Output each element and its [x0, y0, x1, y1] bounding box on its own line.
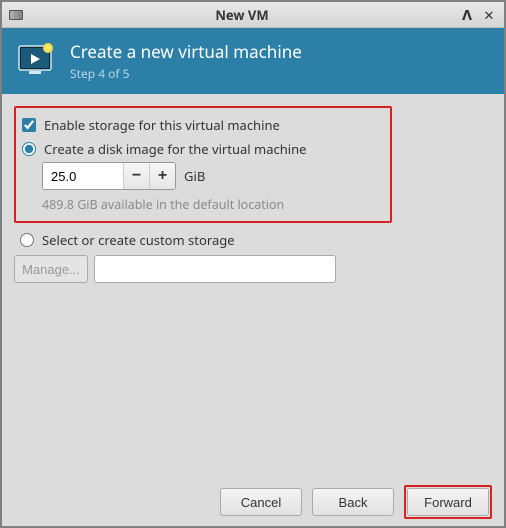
wizard-header: Create a new virtual machine Step 4 of 5: [2, 28, 504, 94]
manage-row: Manage...: [14, 255, 336, 283]
enable-storage-row: Enable storage for this virtual machine: [20, 116, 382, 134]
custom-storage-row: Select or create custom storage: [18, 231, 492, 249]
content-area: Enable storage for this virtual machine …: [2, 94, 504, 478]
size-spinner: − +: [42, 162, 176, 190]
storage-path-input[interactable]: [94, 255, 336, 283]
custom-storage-radio[interactable]: [20, 233, 34, 247]
close-button[interactable]: ✕: [480, 6, 498, 24]
size-unit: GiB: [184, 167, 205, 185]
app-icon: [8, 7, 24, 23]
button-bar: Cancel Back Forward: [2, 478, 504, 526]
forward-button[interactable]: Forward: [407, 488, 489, 516]
monitor-icon: [16, 40, 58, 82]
size-row: − + GiB: [42, 162, 382, 190]
create-image-row: Create a disk image for the virtual mach…: [20, 140, 382, 158]
create-image-label: Create a disk image for the virtual mach…: [44, 140, 306, 158]
cancel-button[interactable]: Cancel: [220, 488, 302, 516]
decrement-button[interactable]: −: [123, 163, 149, 189]
titlebar: New VM ᐱ ✕: [2, 2, 504, 28]
window-title: New VM: [30, 6, 454, 24]
size-input[interactable]: [43, 163, 123, 189]
wizard-title: Create a new virtual machine: [70, 40, 302, 63]
wizard-step: Step 4 of 5: [70, 65, 302, 82]
available-hint: 489.8 GiB available in the default locat…: [42, 196, 382, 213]
storage-group-highlight: Enable storage for this virtual machine …: [14, 106, 392, 223]
increment-button[interactable]: +: [149, 163, 175, 189]
minimize-button[interactable]: ᐱ: [458, 6, 476, 24]
enable-storage-label: Enable storage for this virtual machine: [44, 116, 280, 134]
custom-storage-label: Select or create custom storage: [42, 231, 235, 249]
forward-highlight: Forward: [404, 485, 492, 519]
enable-storage-checkbox[interactable]: [22, 118, 36, 132]
header-text: Create a new virtual machine Step 4 of 5: [70, 40, 302, 82]
new-vm-window: New VM ᐱ ✕ Create a new virtual machine …: [0, 0, 506, 528]
create-image-radio[interactable]: [22, 142, 36, 156]
back-button[interactable]: Back: [312, 488, 394, 516]
manage-button[interactable]: Manage...: [14, 255, 88, 283]
